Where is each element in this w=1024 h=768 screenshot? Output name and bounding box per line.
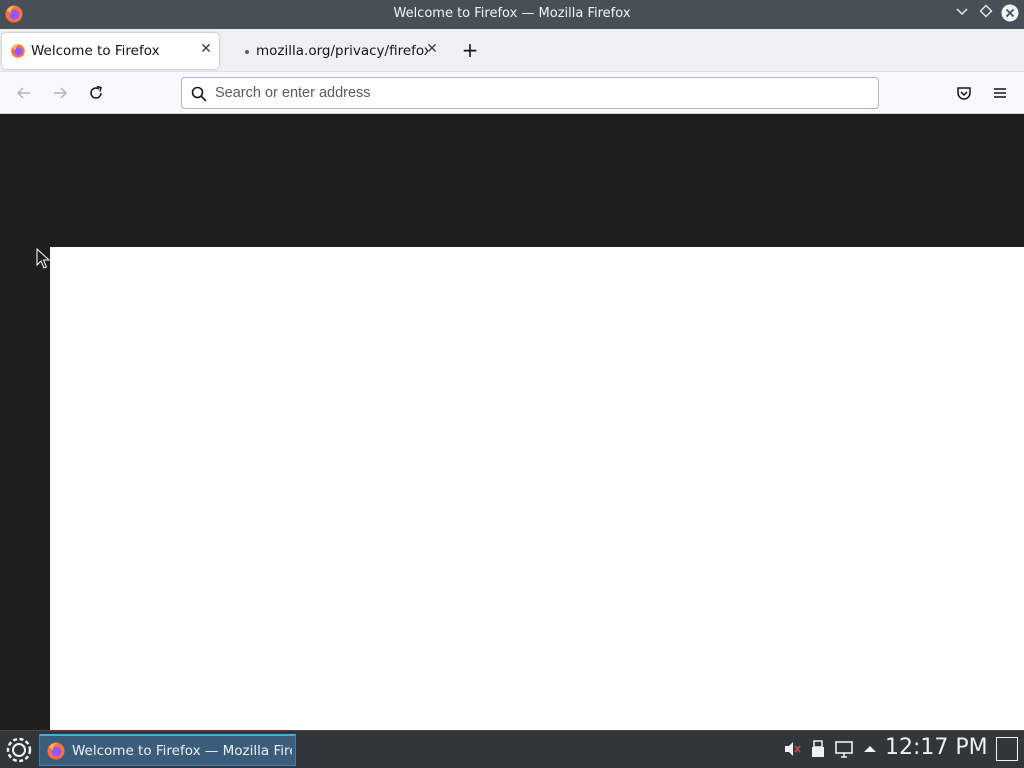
firefox-icon <box>47 742 65 760</box>
window-title: Welcome to Firefox — Mozilla Firefox <box>393 6 631 21</box>
application-launcher-icon[interactable] <box>4 735 34 765</box>
clock[interactable]: 12:17 PM <box>885 735 988 760</box>
close-icon <box>1001 4 1019 22</box>
tab-label: mozilla.org/privacy/firefox/ <box>256 43 428 59</box>
mouse-cursor-icon <box>36 248 50 269</box>
close-window-button[interactable] <box>1000 4 1020 24</box>
hamburger-menu-icon <box>994 88 1006 98</box>
back-button[interactable] <box>12 81 36 105</box>
new-tab-button[interactable]: + <box>459 39 481 61</box>
network-icon[interactable] <box>834 739 854 759</box>
taskbar: Welcome to Firefox — Mozilla Firef... 12… <box>0 730 1024 768</box>
dot-icon <box>245 50 249 54</box>
tab-welcome[interactable]: Welcome to Firefox ✕ <box>2 33 219 69</box>
close-tab-button[interactable]: ✕ <box>424 41 440 57</box>
search-icon <box>191 86 207 102</box>
page-content <box>0 114 1024 730</box>
arrow-right-icon <box>54 87 68 99</box>
search-input[interactable] <box>215 82 865 104</box>
forward-button[interactable] <box>48 81 72 105</box>
chevron-down-icon <box>956 8 968 16</box>
reload-button[interactable] <box>84 81 108 105</box>
navigation-toolbar <box>0 72 1024 114</box>
tab-bar: Welcome to Firefox ✕ mozilla.org/privacy… <box>0 29 1024 72</box>
firefox-icon <box>11 44 25 58</box>
reload-icon <box>90 85 102 99</box>
maximize-button[interactable] <box>976 4 996 24</box>
diamond-icon <box>979 4 993 18</box>
app-menu-button[interactable] <box>988 81 1012 105</box>
tab-label: Welcome to Firefox <box>31 43 160 59</box>
tab-privacy[interactable]: mozilla.org/privacy/firefox/ ✕ <box>232 33 447 69</box>
taskbar-task-firefox[interactable]: Welcome to Firefox — Mozilla Firef... <box>39 734 296 766</box>
tray-expand-arrow-icon[interactable] <box>860 739 880 759</box>
pocket-button[interactable] <box>952 81 976 105</box>
task-label: Welcome to Firefox — Mozilla Firef... <box>72 743 292 759</box>
close-tab-button[interactable]: ✕ <box>198 41 214 57</box>
show-desktop-button[interactable] <box>996 737 1018 761</box>
pocket-icon <box>957 87 971 100</box>
volume-muted-icon[interactable] <box>782 739 802 759</box>
address-bar[interactable] <box>181 77 879 109</box>
minimize-button[interactable] <box>952 4 972 24</box>
arrow-left-icon <box>16 87 30 99</box>
window-titlebar: Welcome to Firefox — Mozilla Firefox <box>0 0 1024 29</box>
usb-device-icon[interactable] <box>808 739 828 759</box>
page-white-panel <box>50 247 1024 730</box>
